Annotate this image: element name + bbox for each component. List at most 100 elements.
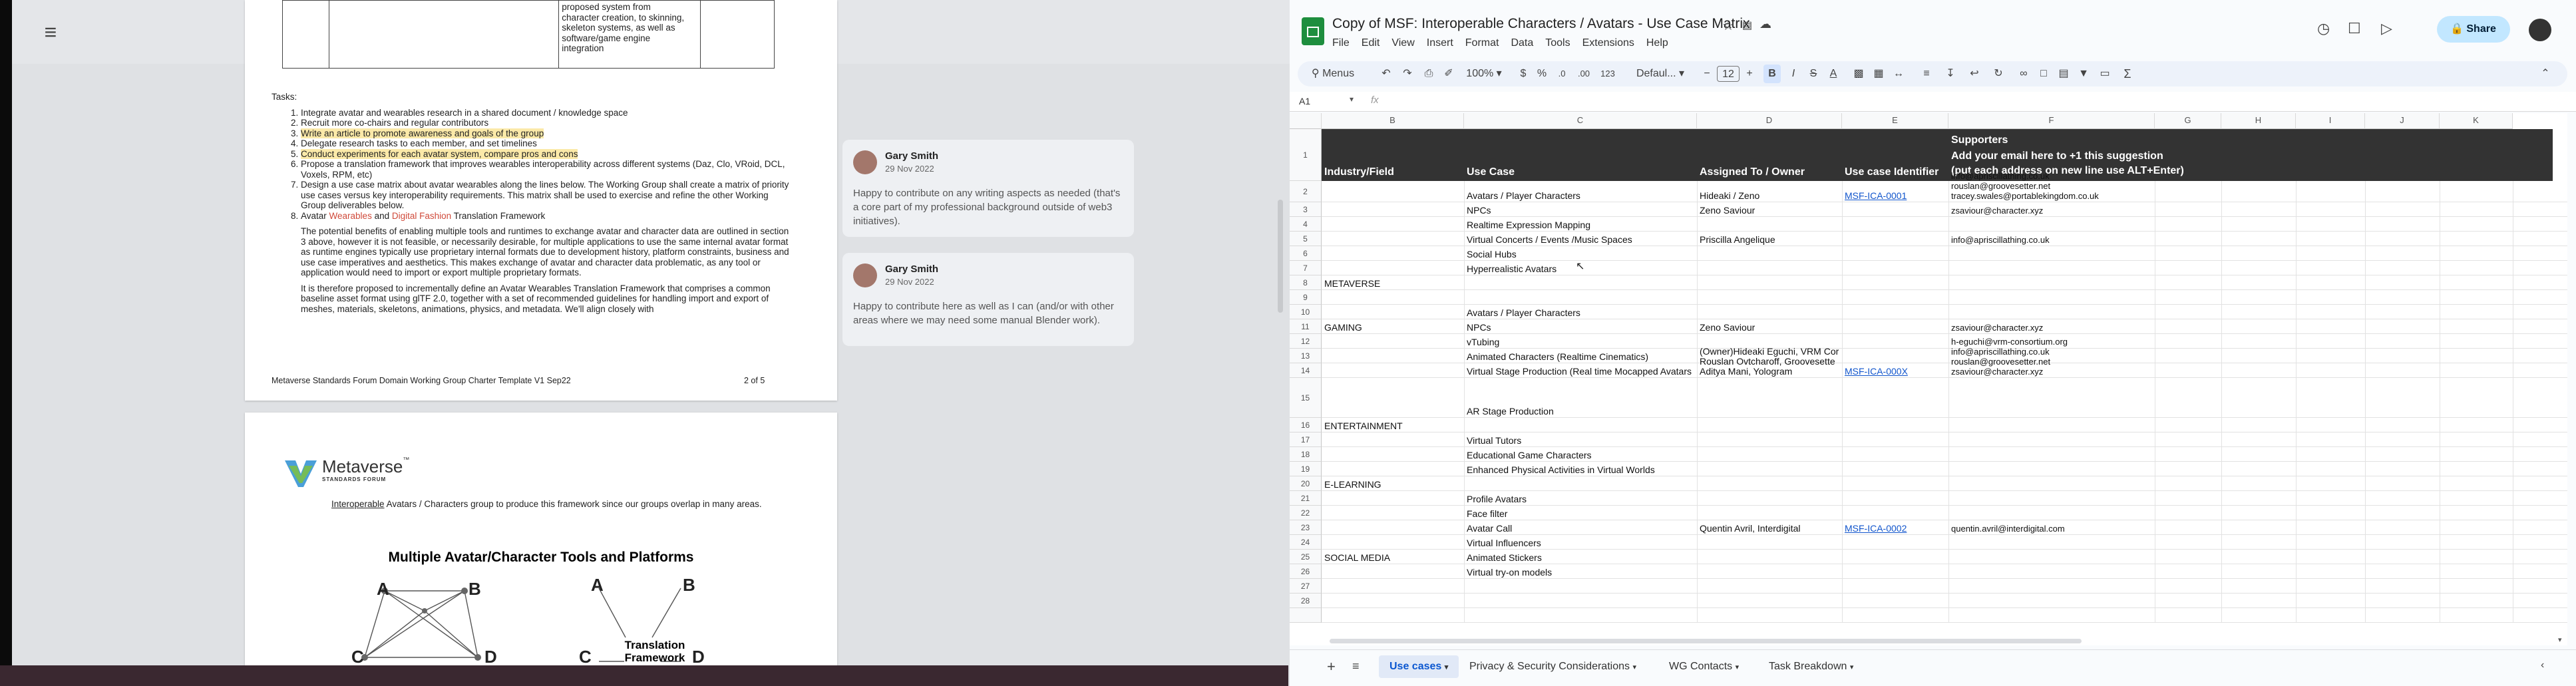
table-cell[interactable]: Avatars / Player Characters [1467, 191, 1696, 201]
tab-task-breakdown[interactable]: Task Breakdown ▾ [1769, 661, 1853, 673]
column-header[interactable]: B [1322, 113, 1464, 129]
table-cell[interactable]: Priscilla Angelique [1700, 235, 1841, 245]
table-cell[interactable]: zsaviour@character.xyz [1951, 323, 2197, 333]
menu-format[interactable]: Format [1465, 37, 1499, 49]
table-cell[interactable]: Enhanced Physical Activities in Virtual … [1467, 465, 1696, 475]
undo-icon[interactable]: ↶ [1378, 65, 1395, 83]
table-cell[interactable]: info@apriscillathing.co.uk [1951, 235, 2197, 245]
menu-edit[interactable]: Edit [1362, 37, 1380, 49]
row-header[interactable]: 24 [1290, 535, 1322, 550]
row-header[interactable]: 16 [1290, 418, 1322, 432]
table-cell[interactable]: tracey.swales@portablekingdom.co.uk [1951, 191, 2197, 201]
table-cell[interactable]: Quentin Avril, Interdigital [1700, 524, 1841, 534]
table-cell[interactable]: Face filter [1467, 509, 1696, 519]
font-select[interactable]: Defaul... ▾ [1630, 65, 1690, 83]
header-cell[interactable]: Add your email here to +1 this suggestio… [1951, 150, 2231, 162]
print-icon[interactable]: ⎙ [1420, 65, 1437, 83]
italic-button[interactable]: I [1785, 65, 1802, 83]
menu-help[interactable]: Help [1646, 37, 1668, 49]
merge-icon[interactable]: ↔ [1890, 65, 1907, 83]
comment-card[interactable]: Gary Smith 29 Nov 2022 Happy to contribu… [842, 253, 1134, 346]
row-header[interactable]: 25 [1290, 550, 1322, 564]
row-header[interactable]: 15 [1290, 378, 1322, 418]
table-cell[interactable]: (Owner)Hideaki Eguchi, VRM Cor [1700, 347, 1841, 357]
table-cell[interactable]: AR Stage Production [1467, 407, 1696, 417]
row-header[interactable] [1290, 608, 1322, 623]
wrap-icon[interactable]: ↩ [1964, 65, 1984, 83]
header-cell[interactable]: Assigned To / Owner [1700, 166, 1841, 178]
tab-wg-contacts[interactable]: WG Contacts ▾ [1669, 661, 1739, 673]
column-header[interactable]: I [2296, 113, 2365, 129]
table-cell[interactable]: SOCIAL MEDIA [1324, 553, 1463, 563]
row-header[interactable]: 7 [1290, 261, 1322, 275]
table-cell[interactable]: GAMING [1324, 323, 1463, 333]
table-cell[interactable]: Virtual Tutors [1467, 436, 1696, 446]
table-cell[interactable]: Virtual try-on models [1467, 568, 1696, 578]
explore-icon[interactable]: ‹ [2541, 659, 2544, 671]
table-cell[interactable]: Profile Avatars [1467, 494, 1696, 504]
column-header[interactable]: F [1948, 113, 2155, 129]
row-header[interactable]: 10 [1290, 305, 1322, 319]
filter-views-icon[interactable]: ▭ [2095, 65, 2115, 83]
table-cell[interactable]: Virtual Influencers [1467, 538, 1696, 548]
table-cell[interactable]: rouslan@groovesetter.net [1951, 357, 2197, 367]
column-header[interactable]: K [2440, 113, 2513, 129]
row-header[interactable]: 17 [1290, 432, 1322, 447]
number-format[interactable]: 123 [1597, 65, 1618, 83]
column-header[interactable]: J [2365, 113, 2440, 129]
table-cell[interactable]: NPCs [1467, 206, 1696, 216]
row-header[interactable]: 11 [1290, 319, 1322, 334]
meet-icon[interactable]: ▷ [2381, 20, 2392, 37]
table-cell[interactable]: h-eguchi@vrm-consortium.org [1951, 337, 2197, 347]
table-cell[interactable]: Virtual Concerts / Events /Music Spaces [1467, 235, 1696, 245]
font-size-input[interactable]: 12 [1717, 66, 1740, 82]
name-box-dropdown-icon[interactable]: ▾ [1350, 94, 1354, 104]
table-cell[interactable]: ENTERTAINMENT [1324, 421, 1463, 431]
column-header[interactable]: C [1464, 113, 1697, 129]
header-cell[interactable]: Industry/Field [1324, 166, 1463, 178]
table-cell[interactable]: MSF-ICA-0002 [1845, 524, 1947, 534]
menu-tools[interactable]: Tools [1545, 37, 1570, 49]
cloud-status-icon[interactable]: ☁ [1759, 17, 1771, 31]
table-cell[interactable]: rouslan@groovesetter.net [1951, 181, 2197, 191]
move-icon[interactable]: ▤ [1742, 19, 1752, 32]
scroll-down-icon[interactable]: ▾ [2558, 635, 2562, 644]
table-cell[interactable]: Avatars / Player Characters [1467, 308, 1696, 318]
table-cell[interactable]: zsaviour@character.xyz [1951, 367, 2197, 377]
row-header[interactable]: 3 [1290, 202, 1322, 217]
rotate-icon[interactable]: ↻ [1988, 65, 2008, 83]
name-box[interactable]: A1 [1299, 96, 1310, 106]
column-header[interactable]: G [2155, 113, 2221, 129]
row-header[interactable]: 26 [1290, 564, 1322, 579]
comment-card[interactable]: Gary Smith 29 Nov 2022 Happy to contribu… [842, 140, 1134, 237]
filter-icon[interactable]: ▼ [2075, 65, 2092, 83]
row-header[interactable]: 9 [1290, 290, 1322, 305]
table-cell[interactable]: Educational Game Characters [1467, 450, 1696, 460]
row-header[interactable]: 18 [1290, 447, 1322, 462]
functions-icon[interactable]: Σ [2119, 65, 2136, 83]
row-header[interactable]: 4 [1290, 217, 1322, 232]
table-cell[interactable]: METAVERSE [1324, 279, 1463, 289]
row-header[interactable]: 28 [1290, 594, 1322, 608]
table-cell[interactable]: Animated Characters (Realtime Cinematics… [1467, 352, 1696, 362]
row-header[interactable]: 13 [1290, 349, 1322, 363]
row-header[interactable]: 1 [1290, 129, 1322, 181]
header-cell[interactable]: Use case Identifier [1845, 166, 1947, 178]
all-sheets-icon[interactable]: ≡ [1352, 659, 1360, 673]
row-header[interactable]: 22 [1290, 506, 1322, 520]
row-header[interactable]: 5 [1290, 232, 1322, 246]
collapse-toolbar-icon[interactable]: ⌃ [2537, 65, 2554, 83]
row-header[interactable]: 14 [1290, 363, 1322, 378]
table-cell[interactable]: Aditya Mani, Yologram [1700, 367, 1841, 377]
row-header[interactable]: 2 [1290, 181, 1322, 202]
zoom-select[interactable]: 100% ▾ [1464, 65, 1504, 83]
table-cell[interactable]: Rouslan Ovtcharoff, Groovesette [1700, 357, 1841, 367]
document-title[interactable]: Copy of MSF: Interoperable Characters / … [1332, 16, 1750, 32]
sheets-logo-icon[interactable] [1302, 17, 1324, 45]
table-cell[interactable]: quentin.avril@interdigital.com [1951, 524, 2197, 534]
percent-format[interactable]: % [1535, 65, 1549, 83]
strikethrough-button[interactable]: S [1805, 65, 1822, 83]
table-cell[interactable]: Virtual Stage Production (Real time Moca… [1467, 367, 1696, 377]
table-cell[interactable]: Zeno Saviour [1700, 323, 1841, 333]
table-cell[interactable]: Avatar Call [1467, 524, 1696, 534]
